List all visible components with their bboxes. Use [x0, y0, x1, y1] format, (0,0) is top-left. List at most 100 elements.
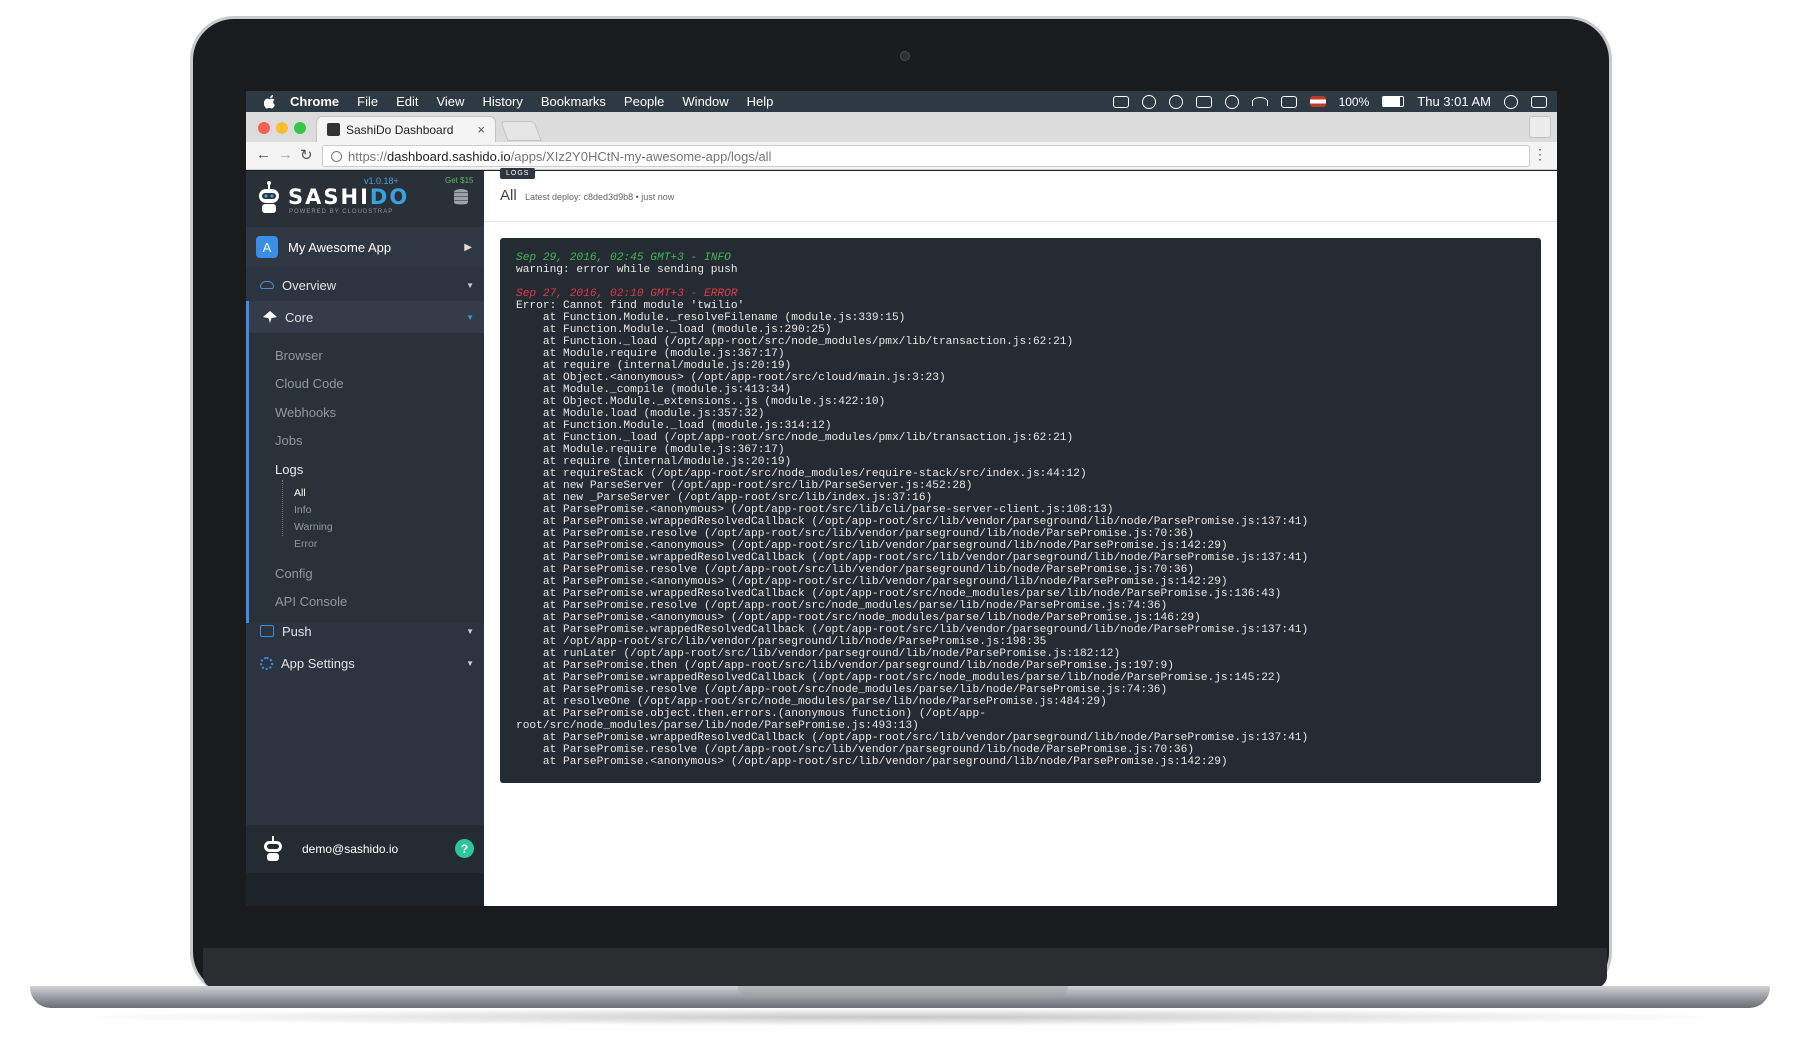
log-entry-header: Sep 27, 2016, 02:10 GMT+3 - ERROR [516, 288, 738, 300]
sidebar-item-logs-warning[interactable]: Warning [294, 521, 333, 533]
notification-center-icon[interactable] [1531, 95, 1547, 108]
log-line: at Object.Module._extensions..js (module… [516, 396, 886, 408]
sidebar-item-logs-error[interactable]: Error [294, 538, 317, 550]
spotlight-search-icon[interactable] [1504, 94, 1518, 109]
sidebar-item-label: Push [282, 623, 312, 639]
user-account[interactable]: demo@sashido.io ? [246, 825, 484, 873]
sidebar-item-logs-all[interactable]: All [294, 487, 306, 499]
sidebar-item-jobs[interactable]: Jobs [275, 433, 302, 448]
url-scheme: https:// [348, 148, 388, 164]
log-console[interactable]: Sep 29, 2016, 02:45 GMT+3 - INFO warning:… [500, 238, 1541, 783]
sidebar-item-label: Core [285, 309, 314, 325]
display-icon[interactable] [1112, 95, 1129, 108]
tab-close-icon[interactable]: × [477, 122, 485, 137]
window-minimize-button[interactable] [276, 122, 288, 134]
volume-icon[interactable] [1280, 95, 1297, 108]
forward-arrow-icon[interactable]: → [278, 146, 293, 163]
app-selector[interactable]: A My Awesome App ▶ [246, 227, 484, 267]
sidebar-item-api-console[interactable]: API Console [275, 594, 347, 609]
input-source-flag-icon[interactable] [1309, 96, 1326, 107]
menu-bookmarks[interactable]: Bookmarks [541, 94, 606, 109]
log-line: at Module.require (module.js:367:17) [516, 348, 785, 360]
help-button[interactable]: ? [455, 839, 474, 858]
sidebar-item-label: Overview [282, 277, 337, 293]
browser-toolbar: ← → ↻ https:// dashboard.sashido.io /app… [246, 142, 1557, 170]
coins-icon[interactable] [454, 189, 468, 205]
sidebar-item-logs[interactable]: Logs [275, 462, 303, 477]
brand-wordmark[interactable]: SASHIDO [288, 185, 409, 209]
log-entry: Sep 27, 2016, 02:10 GMT+3 - ERROR Error: … [516, 288, 1525, 768]
breadcrumb[interactable]: LOGS [500, 168, 536, 179]
log-line: at ParsePromise.wrappedResolvedCallback … [516, 732, 1309, 744]
mac-menu-bar: Chrome File Edit View History Bookmarks … [246, 91, 1557, 112]
tab-title: SashiDo Dashboard [346, 122, 454, 137]
airplay-icon[interactable] [1195, 95, 1212, 108]
menu-help[interactable]: Help [747, 94, 774, 109]
sidebar-footer [246, 873, 484, 906]
sidebar-item-overview[interactable]: Overview ▼ [246, 269, 484, 301]
get-credit-link[interactable]: Get $15 [445, 176, 473, 185]
app-version: v1.0.18+ [364, 176, 399, 186]
log-line: at Module.load (module.js:357:32) [516, 408, 765, 420]
menu-edit[interactable]: Edit [396, 94, 418, 109]
sidebar-item-push[interactable]: Push ▼ [246, 615, 484, 647]
window-zoom-button[interactable] [294, 122, 306, 134]
log-line: at Function._load (/opt/app-root/src/nod… [516, 432, 1074, 444]
log-line: at new _ParseServer (/opt/app-root/src/l… [516, 492, 933, 504]
menu-window[interactable]: Window [682, 94, 728, 109]
log-line: root/src/node_modules/parse/lib/node/Par… [516, 720, 919, 732]
log-line: at ParsePromise.wrappedResolvedCallback … [516, 516, 1309, 528]
reload-icon[interactable]: ↻ [300, 146, 313, 164]
menu-clock[interactable]: Thu 3:01 AM [1417, 94, 1491, 109]
new-tab-button[interactable] [500, 121, 542, 141]
back-arrow-icon[interactable]: ← [256, 146, 271, 163]
log-line: at Module.require (module.js:367:17) [516, 444, 785, 456]
address-bar[interactable]: https:// dashboard.sashido.io /apps/XIz2… [322, 145, 1530, 167]
log-line: at /opt/app-root/src/lib/vendor/parsegro… [516, 636, 1047, 648]
log-line: at ParsePromise.<anonymous> (/opt/app-ro… [516, 540, 1228, 552]
sidebar-item-config[interactable]: Config [275, 566, 313, 581]
log-line: at ParsePromise.object.then.errors.(anon… [516, 708, 986, 720]
battery-icon[interactable] [1382, 96, 1405, 107]
app-name: My Awesome App [288, 239, 392, 255]
browser-menu-icon[interactable]: ⋮ [1533, 146, 1547, 163]
sidebar-item-label: App Settings [281, 655, 355, 671]
log-line: at ParsePromise.wrappedResolvedCallback … [516, 588, 1282, 600]
log-line: at ParsePromise.then (/opt/app-root/src/… [516, 660, 1174, 672]
menu-file[interactable]: File [357, 94, 378, 109]
site-info-icon[interactable] [331, 150, 342, 162]
apple-icon[interactable] [264, 94, 276, 109]
menu-history[interactable]: History [482, 94, 522, 109]
log-entry: Sep 29, 2016, 02:45 GMT+3 - INFO warning:… [516, 252, 1525, 276]
camera [900, 51, 910, 61]
time-machine-icon[interactable] [1224, 94, 1239, 109]
window-close-button[interactable] [258, 122, 270, 134]
log-line: at Function._load (/opt/app-root/src/nod… [516, 336, 1074, 348]
robot-logo-icon[interactable] [256, 181, 282, 215]
log-line: at new ParseServer (/opt/app-root/src/li… [516, 480, 973, 492]
sidebar-item-webhooks[interactable]: Webhooks [275, 405, 336, 420]
sync-icon[interactable] [1141, 94, 1156, 109]
log-line: at ParsePromise.<anonymous> (/opt/app-ro… [516, 576, 1228, 588]
profile-icon[interactable] [1529, 116, 1551, 138]
menu-view[interactable]: View [436, 94, 464, 109]
log-line: at runLater (/opt/app-root/src/lib/vendo… [516, 648, 1121, 660]
url-path: /apps/XIz2Y0HCtN-my-awesome-app/logs/all [510, 148, 772, 164]
screen: Chrome File Edit View History Bookmarks … [246, 91, 1557, 906]
menu-app-chrome[interactable]: Chrome [290, 94, 339, 109]
sidebar-item-app-settings[interactable]: App Settings ▼ [246, 647, 484, 679]
sidebar-item-cloud-code[interactable]: Cloud Code [275, 376, 344, 391]
divider [484, 221, 1557, 222]
log-line: at ParsePromise.wrappedResolvedCallback … [516, 624, 1309, 636]
sidebar-item-logs-info[interactable]: Info [294, 504, 312, 516]
wifi-icon[interactable] [1251, 97, 1268, 106]
sidebar-item-core[interactable]: Core ▼ [246, 301, 484, 333]
main-content: LOGS All Latest deploy: c8ded3d9b8 • jus… [484, 168, 1557, 906]
log-line: at Module._compile (module.js:413:34) [516, 384, 792, 396]
creative-cloud-icon[interactable] [1168, 94, 1183, 109]
sidebar-item-browser[interactable]: Browser [275, 348, 323, 363]
menu-people[interactable]: People [624, 94, 664, 109]
tab-sashido-dashboard[interactable]: SashiDo Dashboard × [316, 116, 496, 142]
laptop-shadow [60, 1008, 1740, 1026]
laptop-notch [738, 986, 1068, 998]
